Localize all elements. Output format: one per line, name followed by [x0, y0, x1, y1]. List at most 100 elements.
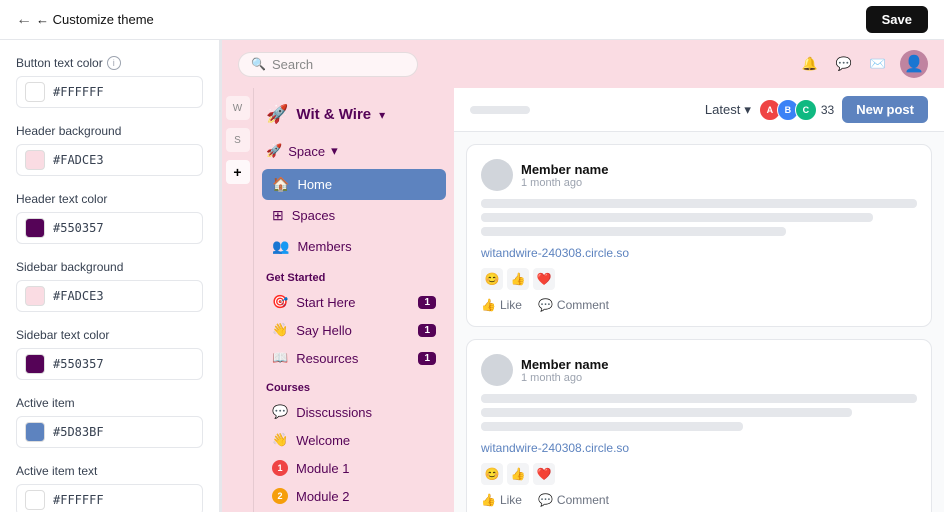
color-row-active-item[interactable]: #5D83BF	[16, 416, 203, 448]
sidebar-item-say-hello[interactable]: 👋 Say Hello 1	[262, 316, 446, 344]
sidebar-nav: 🏠 Home ⊞ Spaces 👥 Members	[254, 169, 454, 262]
welcome-icon: 👋	[272, 432, 288, 448]
color-value-active-item-text: #FFFFFF	[53, 493, 104, 507]
module1-number: 1	[272, 460, 288, 476]
post-author-1: Member name	[521, 162, 917, 177]
space-chevron-icon: ▾	[331, 143, 338, 159]
color-row-button-text-color[interactable]: #FFFFFF	[16, 76, 203, 108]
like-button-1[interactable]: 👍 Like	[481, 298, 522, 312]
comment-icon-2: 💬	[538, 493, 553, 507]
main-feed: Member name 1 month ago witandwire-24030…	[454, 132, 944, 512]
color-label-button-text-color: Button text colori	[16, 56, 203, 70]
comment-button-2[interactable]: 💬 Comment	[538, 493, 609, 507]
sidebar-item-resources[interactable]: 📖 Resources 1	[262, 344, 446, 372]
sidebar-item-start-here[interactable]: 🎯 Start Here 1	[262, 288, 446, 316]
post-emojis-1: 😊 👍 ❤️	[481, 268, 917, 290]
avatar-image: 👤	[904, 54, 924, 74]
sidebar-item-spaces[interactable]: ⊞ Spaces	[262, 200, 446, 231]
sort-label: Latest	[705, 102, 740, 117]
sidebar-space[interactable]: 🚀 Space ▾	[254, 137, 454, 169]
color-label-sidebar-background: Sidebar background	[16, 260, 203, 274]
color-label-sidebar-text-color: Sidebar text color	[16, 328, 203, 342]
sidebar-item-spaces-label: Spaces	[292, 208, 335, 223]
start-here-label: Start Here	[296, 295, 355, 310]
post-line	[481, 199, 917, 208]
save-button[interactable]: Save	[866, 6, 928, 33]
mini-add[interactable]: +	[226, 160, 250, 184]
resources-icon: 📖	[272, 350, 288, 366]
avatars-count: 33	[821, 103, 834, 117]
sidebar-item-members[interactable]: 👥 Members	[262, 231, 446, 262]
color-items-container: Button text colori #FFFFFF Header backgrou…	[16, 56, 203, 512]
bell-icon[interactable]: 🔔	[798, 52, 822, 76]
resources-left: 📖 Resources	[272, 350, 358, 366]
start-here-badge: 1	[418, 296, 436, 309]
color-swatch-active-item	[25, 422, 45, 442]
like-button-2[interactable]: 👍 Like	[481, 493, 522, 507]
discussions-label: Disscussions	[296, 405, 372, 420]
sort-button[interactable]: Latest ▾	[705, 102, 751, 118]
color-item-active-item: Active item#5D83BF	[16, 396, 203, 448]
color-label-header-background: Header background	[16, 124, 203, 138]
discussions-icon: 💬	[272, 404, 288, 420]
chat-icon[interactable]: 💬	[832, 52, 856, 76]
sidebar-item-home[interactable]: 🏠 Home	[262, 169, 446, 200]
post-link-1[interactable]: witandwire-240308.circle.so	[481, 246, 917, 260]
comment-button-1[interactable]: 💬 Comment	[538, 298, 609, 312]
color-swatch-sidebar-text-color	[25, 354, 45, 374]
emoji-4: 😊	[481, 463, 503, 485]
user-avatar[interactable]: 👤	[900, 50, 928, 78]
post-header-2: Member name 1 month ago	[481, 354, 917, 386]
course-item-welcome[interactable]: 👋 Welcome	[262, 426, 446, 454]
new-post-button[interactable]: New post	[842, 96, 928, 123]
brand-icon: 🚀	[266, 104, 288, 125]
avatar-c: C	[795, 99, 817, 121]
post-link-2[interactable]: witandwire-240308.circle.so	[481, 441, 917, 455]
color-row-active-item-text[interactable]: #FFFFFF	[16, 484, 203, 512]
like-icon: 👍	[481, 298, 496, 312]
post-line	[481, 422, 743, 431]
comment-icon: 💬	[538, 298, 553, 312]
color-value-sidebar-background: #FADCE3	[53, 289, 104, 303]
space-bar: Latest ▾ A B C 33 New post	[454, 88, 944, 132]
color-swatch-header-background	[25, 150, 45, 170]
post-lines-1	[481, 199, 917, 236]
emoji-2: 👍	[507, 268, 529, 290]
start-here-icon: 🎯	[272, 294, 288, 310]
courses-list: 💬 Disscussions 👋 Welcome 1 Module 1 2 Mo…	[254, 398, 454, 512]
search-bar[interactable]: 🔍 Search	[238, 52, 418, 77]
post-meta-2: Member name 1 month ago	[521, 357, 917, 384]
color-row-sidebar-text-color[interactable]: #550357	[16, 348, 203, 380]
color-value-sidebar-text-color: #550357	[53, 357, 104, 371]
preview-container: 🔍 Search 🔔 💬 ✉️ 👤 W S +	[222, 40, 944, 512]
comment-label: Comment	[557, 298, 609, 312]
mini-sidebar: W S +	[222, 88, 254, 512]
color-label-header-text-color: Header text color	[16, 192, 203, 206]
course-item-module2[interactable]: 2 Module 2	[262, 482, 446, 510]
space-name: Space	[288, 144, 325, 159]
course-item-module1[interactable]: 1 Module 1	[262, 454, 446, 482]
home-icon: 🏠	[272, 176, 289, 193]
post-time-2: 1 month ago	[521, 372, 917, 384]
post-card-2: Member name 1 month ago witandwire-24030…	[466, 339, 932, 512]
color-swatch-active-item-text	[25, 490, 45, 510]
back-button[interactable]: ← ← Customize theme	[16, 11, 154, 29]
color-row-header-background[interactable]: #FADCE3	[16, 144, 203, 176]
members-icon: 👥	[272, 238, 289, 255]
post-line	[481, 227, 786, 236]
color-row-header-text-color[interactable]: #550357	[16, 212, 203, 244]
course-item-discussions[interactable]: 💬 Disscussions	[262, 398, 446, 426]
top-bar-left: ← ← Customize theme	[16, 11, 154, 29]
color-value-button-text-color: #FFFFFF	[53, 85, 104, 99]
module2-label: Module 2	[296, 489, 349, 504]
post-avatar-2	[481, 354, 513, 386]
message-icon[interactable]: ✉️	[866, 52, 890, 76]
search-placeholder: Search	[272, 57, 313, 72]
color-row-sidebar-background[interactable]: #FADCE3	[16, 280, 203, 312]
spaces-icon: ⊞	[272, 207, 284, 224]
color-swatch-button-text-color	[25, 82, 45, 102]
color-swatch-sidebar-background	[25, 286, 45, 306]
sidebar-item-home-label: Home	[297, 177, 332, 192]
sidebar: 🚀 Wit & Wire ▾ 🚀 Space ▾ 🏠 Home	[254, 88, 454, 512]
sort-chevron-icon: ▾	[744, 102, 751, 118]
